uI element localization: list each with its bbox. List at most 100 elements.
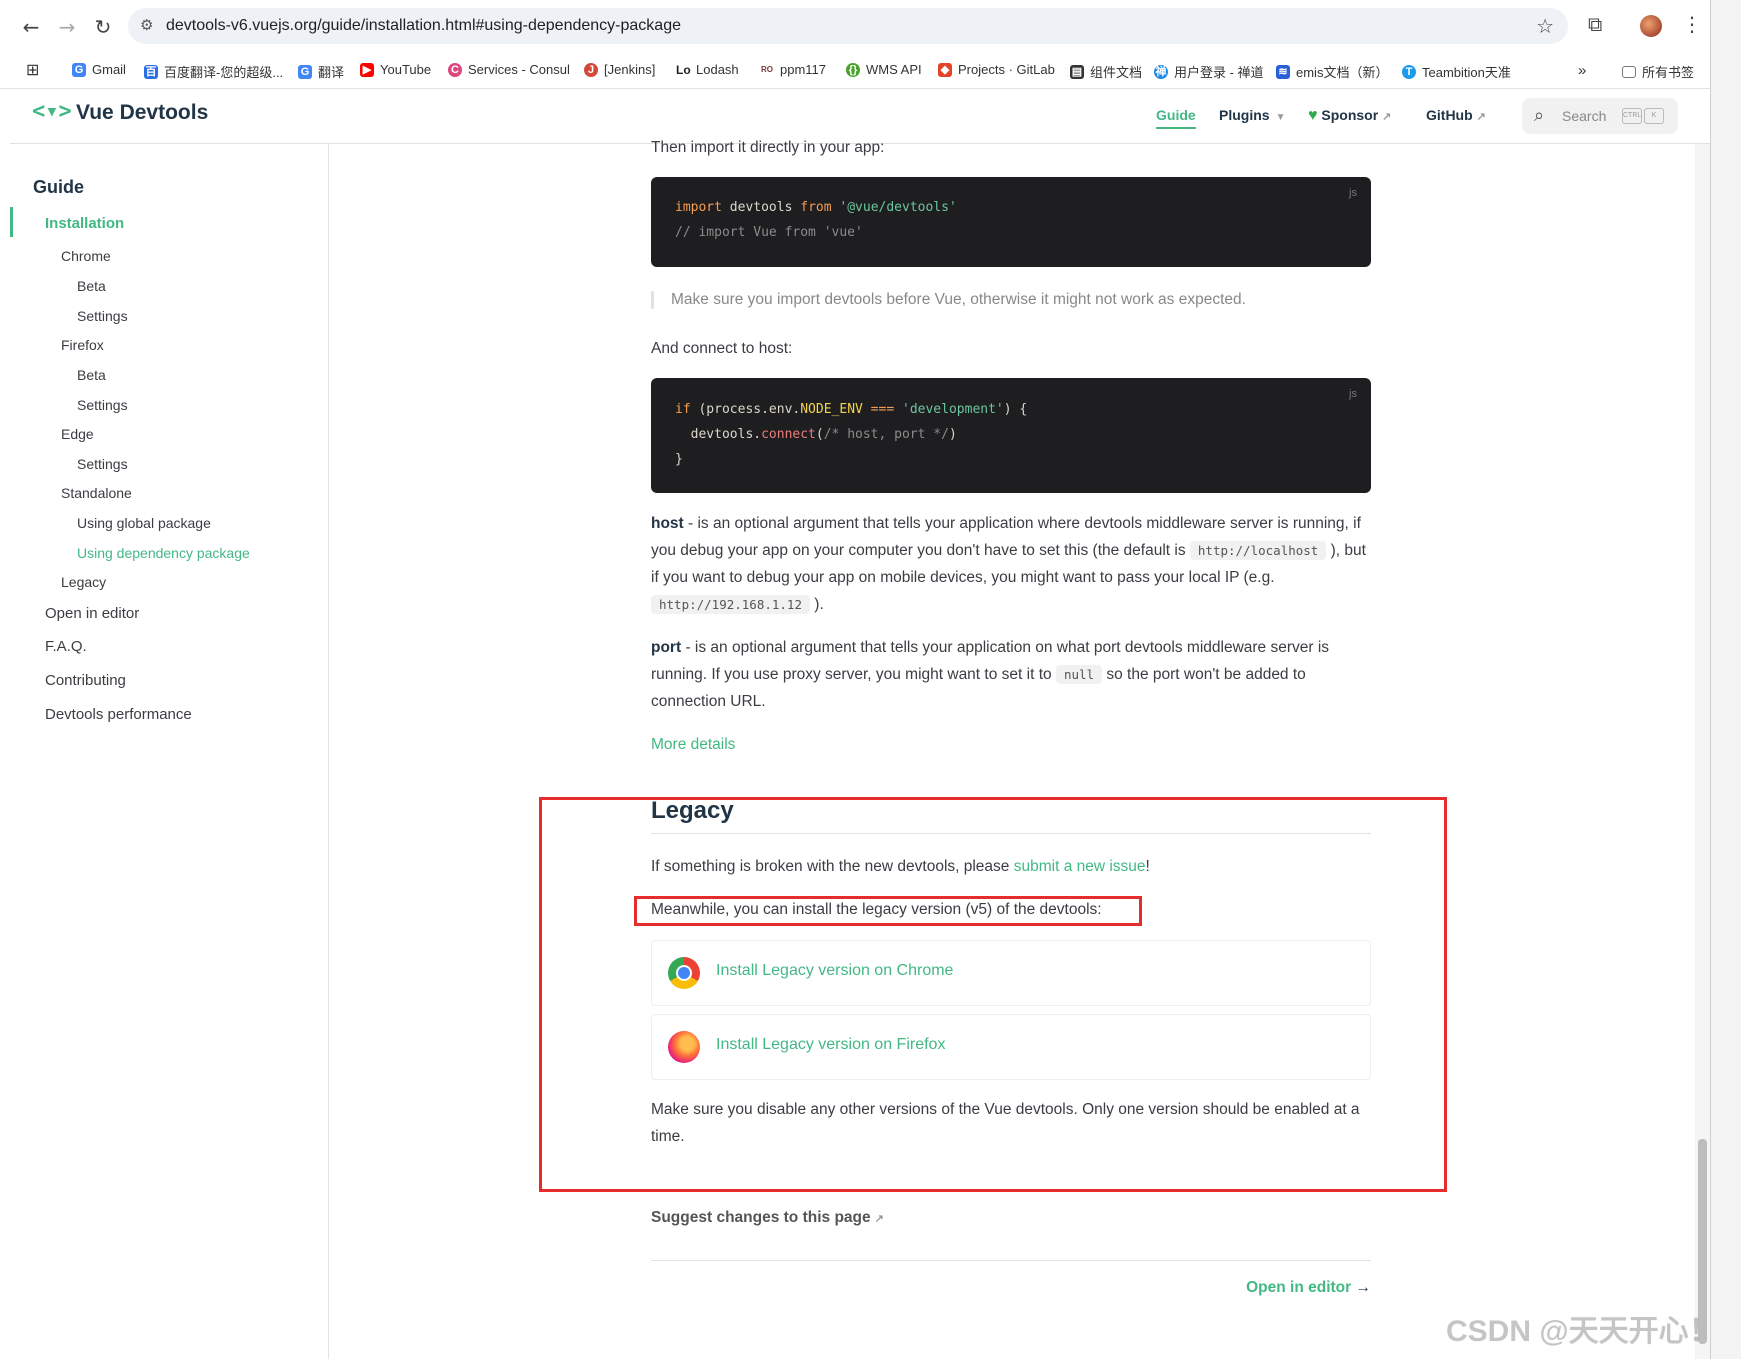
- youtube-icon: ▶: [360, 62, 374, 77]
- bookmark-consul[interactable]: C Services - Consul: [448, 62, 570, 77]
- bookmark-gitlab[interactable]: ◆ Projects · GitLab: [938, 62, 1055, 77]
- code-token: if: [675, 402, 691, 417]
- bookmark-zentao[interactable]: 禅用户登录 - 禅道: [1154, 62, 1264, 81]
- sidebar-item-edge-settings[interactable]: Settings: [77, 456, 128, 472]
- sidebar-item-using-dependency-package[interactable]: Using dependency package: [77, 545, 250, 561]
- suggest-changes-link[interactable]: Suggest changes to this page ↗: [651, 1204, 1371, 1233]
- sidebar-item-contributing[interactable]: Contributing: [45, 672, 126, 689]
- bookmark-gmail[interactable]: G Gmail: [72, 62, 126, 77]
- external-link-icon: ↗: [1476, 111, 1486, 123]
- jenkins-icon: J: [584, 62, 598, 77]
- code-token: '@vue/devtools': [831, 200, 957, 215]
- external-link-icon: ↗: [874, 1213, 884, 1225]
- code-token: /* host, port */: [823, 427, 949, 442]
- footer-divider: [651, 1260, 1371, 1261]
- extensions-icon[interactable]: ⧉: [1588, 12, 1602, 36]
- bookmark-teambition[interactable]: T Teambition天准: [1402, 62, 1511, 81]
- sidebar-item-using-global-package[interactable]: Using global package: [77, 515, 211, 531]
- code-token: ): [948, 427, 957, 442]
- profile-avatar[interactable]: [1640, 15, 1662, 37]
- folder-icon: [1622, 65, 1636, 78]
- code-line: devtools.connect(/* host, port */): [675, 427, 957, 442]
- inline-code: null: [1055, 665, 1103, 684]
- bookmark-wms-api[interactable]: {} WMS API: [846, 62, 922, 77]
- apps-grid-icon[interactable]: ⊞: [26, 60, 39, 80]
- nav-sponsor[interactable]: ♥ Sponsor ↗: [1308, 107, 1391, 125]
- bookmark-youtube[interactable]: ▶ YouTube: [360, 62, 431, 77]
- code-line: import devtools from '@vue/devtools': [675, 200, 957, 215]
- sidebar-item-open-in-editor[interactable]: Open in editor: [45, 605, 139, 622]
- site-settings-icon[interactable]: ⚙: [140, 16, 153, 34]
- sidebar-item-edge[interactable]: Edge: [61, 426, 94, 442]
- browser-toolbar: ← → ↻ ⚙ devtools-v6.vuejs.org/guide/inst…: [0, 0, 1710, 54]
- note-quote: Make sure you import devtools before Vue…: [651, 291, 1391, 309]
- robo-icon: RO: [760, 62, 774, 77]
- nav-github[interactable]: GitHub ↗: [1426, 107, 1486, 123]
- url-text[interactable]: devtools-v6.vuejs.org/guide/installation…: [166, 17, 681, 35]
- all-bookmarks-folder[interactable]: 所有书签: [1622, 62, 1694, 81]
- active-indicator: [10, 207, 13, 237]
- bookmark-star-icon[interactable]: ☆: [1536, 14, 1554, 38]
- sidebar-item-legacy[interactable]: Legacy: [61, 574, 106, 590]
- host-description: host - is an optional argument that tell…: [651, 510, 1371, 618]
- sidebar-item-firefox-beta[interactable]: Beta: [77, 367, 106, 383]
- kbd-ctrl: CTRL: [1622, 108, 1642, 124]
- sidebar-item-chrome-beta[interactable]: Beta: [77, 278, 106, 294]
- sidebar-item-faq[interactable]: F.A.Q.: [45, 638, 87, 655]
- bookmark-baidu-translate[interactable]: 百百度翻译-您的超级...: [144, 62, 283, 81]
- sidebar-item-firefox[interactable]: Firefox: [61, 337, 104, 353]
- csdn-watermark: CSDN @天天开心！: [1446, 1315, 1710, 1348]
- open-in-editor-link[interactable]: Open in editor →: [651, 1274, 1371, 1301]
- bookmark-jenkins[interactable]: J [Jenkins]: [584, 62, 655, 77]
- sidebar-item-installation[interactable]: Installation: [45, 215, 124, 232]
- code-token: devtools: [721, 200, 801, 215]
- more-details-link[interactable]: More details: [651, 731, 1371, 758]
- more-bookmarks-chevron-icon[interactable]: »: [1578, 62, 1586, 79]
- search-icon: ⌕: [1534, 105, 1545, 126]
- nav-guide[interactable]: Guide: [1156, 107, 1196, 129]
- sidebar-item-chrome-settings[interactable]: Settings: [77, 308, 128, 324]
- import-intro: Then import it directly in your app:: [651, 139, 885, 156]
- menu-icon[interactable]: ⋮: [1682, 12, 1702, 36]
- bookmark-component-docs[interactable]: ▤ 组件文档: [1070, 62, 1142, 81]
- code-block-import: js import devtools from '@vue/devtools' …: [651, 177, 1371, 267]
- site-brand[interactable]: Vue Devtools: [76, 101, 208, 125]
- sidebar-item-devtools-performance[interactable]: Devtools performance: [45, 706, 192, 723]
- arrow-right-icon: →: [1355, 1279, 1372, 1296]
- code-line: if (process.env.NODE_ENV === 'developmen…: [675, 402, 1027, 417]
- reload-icon[interactable]: ↻: [88, 12, 118, 42]
- doc-icon: ▤: [1070, 64, 1084, 79]
- code-token: from: [800, 200, 832, 215]
- nav-plugins[interactable]: Plugins ▼: [1219, 107, 1285, 123]
- search-button[interactable]: ⌕ Search CTRL K: [1522, 98, 1678, 134]
- code-token: (process.env.: [690, 402, 801, 417]
- external-link-icon: ↗: [1382, 111, 1392, 123]
- consul-icon: C: [448, 62, 462, 77]
- browser-window: ← → ↻ ⚙ devtools-v6.vuejs.org/guide/inst…: [0, 0, 1710, 1359]
- code-token: ) {: [1003, 402, 1028, 417]
- back-icon[interactable]: ←: [16, 12, 46, 42]
- page-scrollbar[interactable]: [1695, 144, 1710, 1359]
- layers-icon: ≋: [1276, 64, 1290, 79]
- bookmarks-bar: ⊞ G Gmail 百百度翻译-您的超级... G 翻译 ▶ YouTube C Ser…: [0, 54, 1710, 89]
- baidu-translate-icon: 百: [144, 64, 158, 79]
- bookmark-emis[interactable]: ≋ emis文档（新）: [1276, 62, 1388, 81]
- suggest-changes-label: Suggest changes to this page: [651, 1209, 871, 1226]
- address-bar[interactable]: ⚙ devtools-v6.vuejs.org/guide/installati…: [128, 8, 1568, 44]
- teambition-icon: T: [1402, 64, 1416, 79]
- bookmark-translate[interactable]: G 翻译: [298, 62, 344, 81]
- code-token: NODE_ENV: [800, 402, 863, 417]
- search-label: Search: [1562, 108, 1607, 124]
- forward-icon[interactable]: →: [52, 12, 82, 42]
- sidebar-item-firefox-settings[interactable]: Settings: [77, 397, 128, 413]
- port-description: port - is an optional argument that tell…: [651, 634, 1371, 715]
- swagger-icon: {}: [846, 62, 860, 77]
- sidebar-item-standalone[interactable]: Standalone: [61, 485, 132, 501]
- red-highlight-box-legacy: [539, 797, 1447, 1192]
- vue-devtools-logo-icon[interactable]: <▾>: [32, 99, 72, 124]
- code-lang-label: js: [1349, 187, 1357, 199]
- bookmark-lodash[interactable]: Lo Lodash: [676, 62, 739, 77]
- bookmark-ppm117[interactable]: RO ppm117: [760, 62, 826, 77]
- code-line: }: [675, 452, 683, 467]
- sidebar-item-chrome[interactable]: Chrome: [61, 248, 111, 264]
